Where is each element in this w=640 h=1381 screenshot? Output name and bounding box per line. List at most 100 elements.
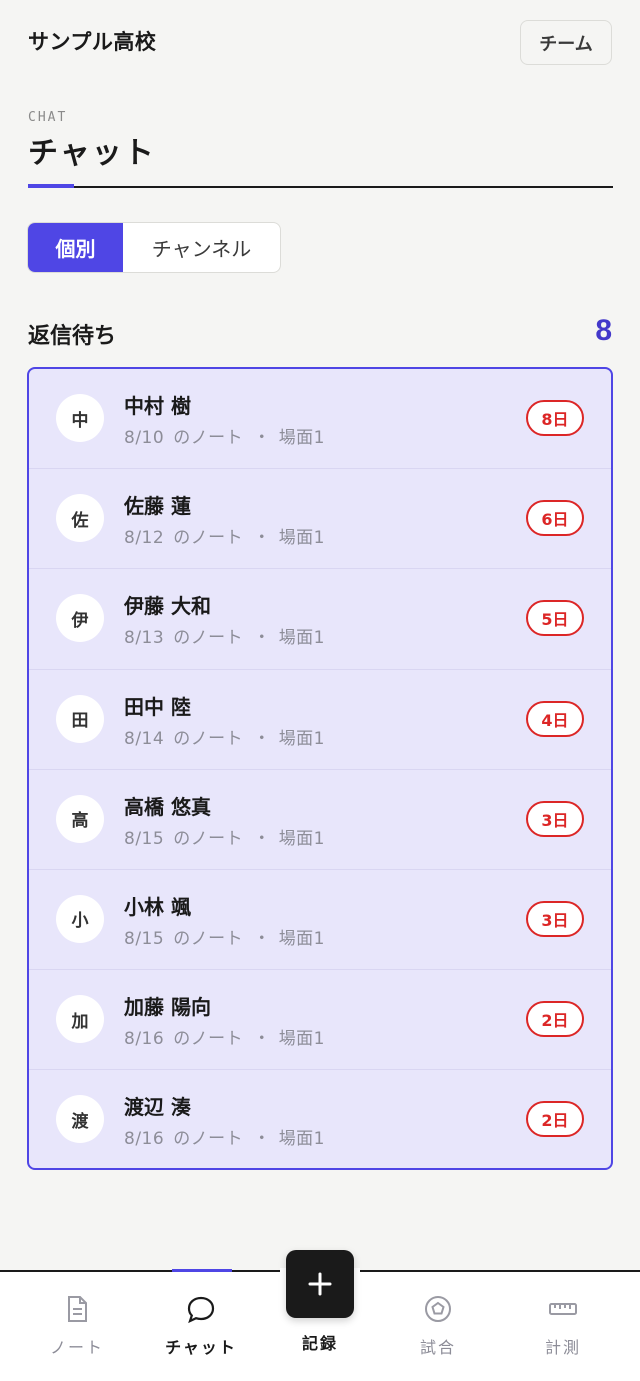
pending-count: 8: [595, 314, 612, 347]
tab-measure[interactable]: 計測: [513, 1294, 613, 1364]
waiting-days-badge: 4日: [526, 700, 584, 737]
list-item[interactable]: 高高橋 悠真 8/15 のノート・場面1 3日: [29, 770, 611, 870]
list-item[interactable]: 渡渡辺 湊 8/16 のノート・場面1 2日: [29, 1070, 611, 1168]
meta-separator: ・: [253, 628, 271, 649]
scene-label: 場面1: [278, 428, 326, 448]
avatar: 伊: [56, 594, 104, 643]
list-item[interactable]: 佐佐藤 蓮 8/12 のノート・場面1 6日: [29, 469, 611, 570]
list-item[interactable]: 伊伊藤 大和 8/13 のノート・場面1 5日: [29, 569, 611, 670]
note-date: 8/15: [124, 928, 165, 949]
pentagon-ball-icon: [425, 1296, 451, 1322]
waiting-days-badge: 2日: [526, 1001, 584, 1038]
note-meta: 8/15 のノート・場面1: [124, 924, 325, 949]
waiting-days-badge: 3日: [526, 800, 584, 837]
note-label: のノート: [173, 428, 244, 448]
scene-label: 場面1: [278, 728, 326, 749]
tab-note-label: ノート: [49, 1338, 104, 1357]
student-name: 渡辺 湊: [124, 1095, 191, 1120]
title-accent-bar: [28, 184, 74, 188]
scene-label: 場面1: [278, 628, 326, 649]
title-divider: [28, 186, 613, 188]
scene-label: 場面1: [278, 528, 326, 549]
note-label: のノート: [173, 928, 244, 949]
note-meta: 8/16 のノート・場面1: [124, 1124, 325, 1149]
team-button[interactable]: チーム: [520, 20, 612, 65]
plus-icon: [308, 1272, 332, 1296]
student-name: 加藤 陽向: [124, 995, 211, 1020]
scene-label: 場面1: [278, 1129, 326, 1150]
scene-label: 場面1: [278, 1029, 326, 1050]
record-button[interactable]: [286, 1250, 354, 1318]
note-date: 8/14: [124, 728, 165, 749]
note-label: のノート: [173, 728, 244, 749]
page-eyebrow: CHAT: [28, 110, 68, 125]
tab-match-label: 試合: [419, 1338, 456, 1357]
record-fab-group: 記録: [280, 1250, 360, 1353]
note-date: 8/16: [124, 1129, 165, 1150]
student-name: 田中 陸: [124, 694, 191, 719]
note-label: のノート: [173, 828, 244, 849]
waiting-days-badge: 3日: [526, 900, 584, 937]
scene-label: 場面1: [278, 828, 326, 849]
note-meta: 8/12 のノート・場面1: [124, 523, 325, 548]
note-label: のノート: [173, 1129, 244, 1150]
student-name: 小林 颯: [124, 894, 191, 919]
note-meta: 8/14 のノート・場面1: [124, 724, 325, 749]
waiting-days-badge: 8日: [526, 400, 584, 436]
student-name: 中村 樹: [124, 394, 191, 418]
tab-match[interactable]: 試合: [388, 1294, 488, 1364]
meta-separator: ・: [253, 1129, 271, 1150]
avatar: 中: [56, 394, 104, 442]
waiting-days-badge: 5日: [526, 600, 584, 637]
tab-chat[interactable]: チャット: [151, 1294, 251, 1364]
tab-measure-label: 計測: [544, 1338, 581, 1357]
chat-type-segmented-control: 個別 チャンネル: [27, 222, 281, 273]
note-meta: 8/10 のノート・場面1: [124, 423, 325, 448]
document-icon: [68, 1296, 87, 1322]
avatar: 高: [56, 794, 104, 843]
active-tab-indicator: [172, 1269, 232, 1272]
student-name: 佐藤 蓮: [124, 494, 191, 519]
note-date: 8/15: [124, 828, 165, 849]
avatar: 田: [56, 694, 104, 743]
avatar: 小: [56, 894, 104, 943]
meta-separator: ・: [253, 1029, 271, 1050]
tab-chat-label: チャット: [165, 1338, 237, 1357]
scene-label: 場面1: [278, 928, 326, 949]
page-title: チャット: [28, 136, 156, 171]
note-meta: 8/15 のノート・場面1: [124, 824, 325, 849]
student-name: 高橋 悠真: [124, 794, 211, 819]
section-title: 返信待ち: [28, 324, 117, 349]
waiting-days-badge: 2日: [526, 1101, 584, 1138]
meta-separator: ・: [253, 928, 271, 949]
note-label: のノート: [173, 528, 244, 549]
segment-channel[interactable]: チャンネル: [123, 223, 280, 272]
meta-separator: ・: [253, 528, 271, 549]
student-name: 伊藤 大和: [124, 594, 211, 619]
avatar: 加: [56, 995, 104, 1044]
note-date: 8/16: [124, 1029, 165, 1050]
waiting-days-badge: 6日: [526, 500, 584, 537]
note-date: 8/10: [124, 428, 165, 448]
note-label: のノート: [173, 628, 244, 649]
list-item[interactable]: 小小林 颯 8/15 のノート・場面1 3日: [29, 870, 611, 971]
note-meta: 8/13 のノート・場面1: [124, 623, 325, 648]
chat-bubble-icon: [187, 1296, 215, 1324]
list-item[interactable]: 田田中 陸 8/14 のノート・場面1 4日: [29, 670, 611, 770]
list-item[interactable]: 中中村 樹 8/10 のノート・場面1 8日: [29, 369, 611, 470]
ruler-icon: [549, 1303, 577, 1315]
note-date: 8/13: [124, 628, 165, 649]
meta-separator: ・: [253, 428, 271, 448]
avatar: 渡: [56, 1095, 104, 1144]
tab-note[interactable]: ノート: [27, 1294, 127, 1364]
note-date: 8/12: [124, 528, 165, 549]
school-name: サンプル高校: [28, 30, 157, 54]
segment-individual[interactable]: 個別: [28, 223, 123, 272]
note-meta: 8/16 のノート・場面1: [124, 1024, 325, 1049]
avatar: 佐: [56, 494, 104, 543]
list-item[interactable]: 加加藤 陽向 8/16 のノート・場面1 2日: [29, 970, 611, 1071]
top-bar: サンプル高校 チーム: [0, 0, 640, 84]
pending-reply-list: 中中村 樹 8/10 のノート・場面1 8日佐佐藤 蓮 8/12 のノート・場面1 6日伊伊…: [27, 367, 613, 1170]
record-label: 記録: [301, 1334, 338, 1353]
meta-separator: ・: [253, 828, 271, 849]
